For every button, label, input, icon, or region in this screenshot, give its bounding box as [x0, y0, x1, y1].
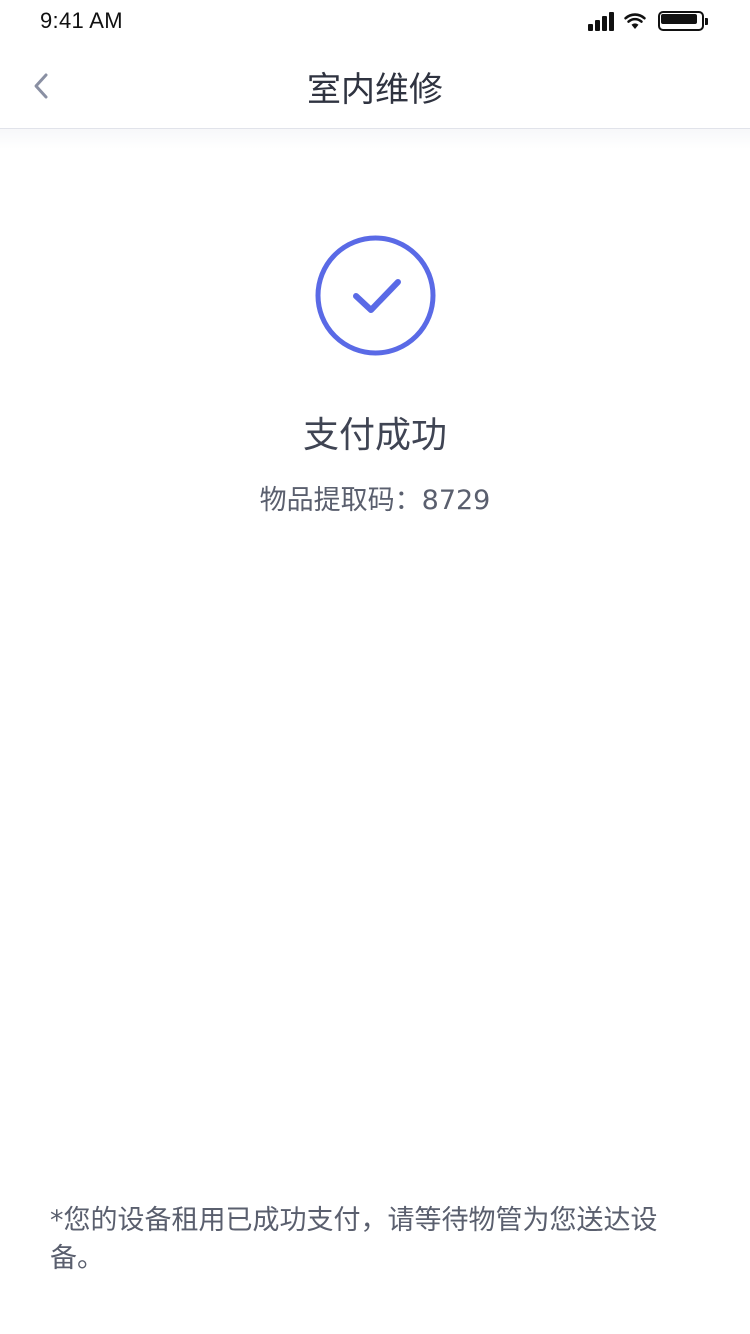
check-circle-icon — [315, 235, 436, 356]
content-background — [0, 129, 750, 149]
footnote-text: *您的设备租用已成功支付，请等待物管为您送达设备。 — [50, 1205, 658, 1274]
battery-icon — [658, 11, 708, 31]
status-icons — [586, 10, 708, 32]
payment-success-screen: 9:41 AM 室内维修 支付成功 物品提取码：8729 *您的设备租用已成功支… — [0, 0, 750, 1334]
nav-bar: 室内维修 — [0, 42, 750, 129]
signal-icon — [586, 11, 614, 31]
pickup-code-value: 8729 — [421, 485, 491, 516]
result-title: 支付成功 — [302, 415, 447, 456]
pickup-code-row: 物品提取码：8729 — [0, 478, 750, 517]
wifi-icon — [624, 13, 646, 29]
pickup-code-label: 物品提取码： — [259, 485, 422, 516]
status-bar: 9:41 AM — [0, 0, 750, 42]
page-title: 室内维修 — [307, 70, 443, 110]
status-time: 9:41 AM — [40, 8, 123, 33]
